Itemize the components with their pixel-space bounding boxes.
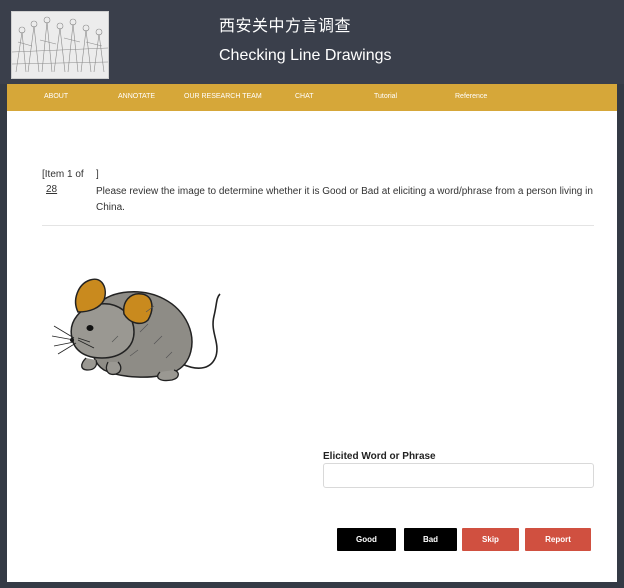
elicited-word-input[interactable] <box>323 463 594 488</box>
instruction-text: Please review the image to determine whe… <box>96 186 593 213</box>
item-total-link[interactable]: 28 <box>46 184 57 195</box>
mouse-drawing-image <box>50 272 225 387</box>
item-counter-close: ] <box>96 169 99 180</box>
logo-terracotta-image <box>11 11 109 79</box>
nav-bar: ABOUT ANNOTATE OUR RESEARCH TEAM CHAT Tu… <box>7 84 617 111</box>
elicited-word-label: Elicited Word or Phrase <box>323 451 436 462</box>
nav-chat[interactable]: CHAT <box>295 93 314 100</box>
item-counter-label: [Item 1 of <box>42 169 84 180</box>
page-title: Checking Line Drawings <box>219 47 392 64</box>
divider <box>42 225 594 226</box>
nav-about[interactable]: ABOUT <box>44 93 68 100</box>
page-title-chinese: 西安关中方言调查 <box>219 18 352 35</box>
good-button[interactable]: Good <box>337 528 396 551</box>
nav-research-team[interactable]: OUR RESEARCH TEAM <box>184 93 262 100</box>
bad-button[interactable]: Bad <box>404 528 457 551</box>
skip-button[interactable]: Skip <box>462 528 519 551</box>
nav-annotate[interactable]: ANNOTATE <box>118 93 155 100</box>
header: 西安关中方言调查 Checking Line Drawings <box>0 0 624 84</box>
report-button[interactable]: Report <box>525 528 591 551</box>
nav-reference[interactable]: Reference <box>455 93 487 100</box>
nav-tutorial[interactable]: Tutorial <box>374 93 397 100</box>
